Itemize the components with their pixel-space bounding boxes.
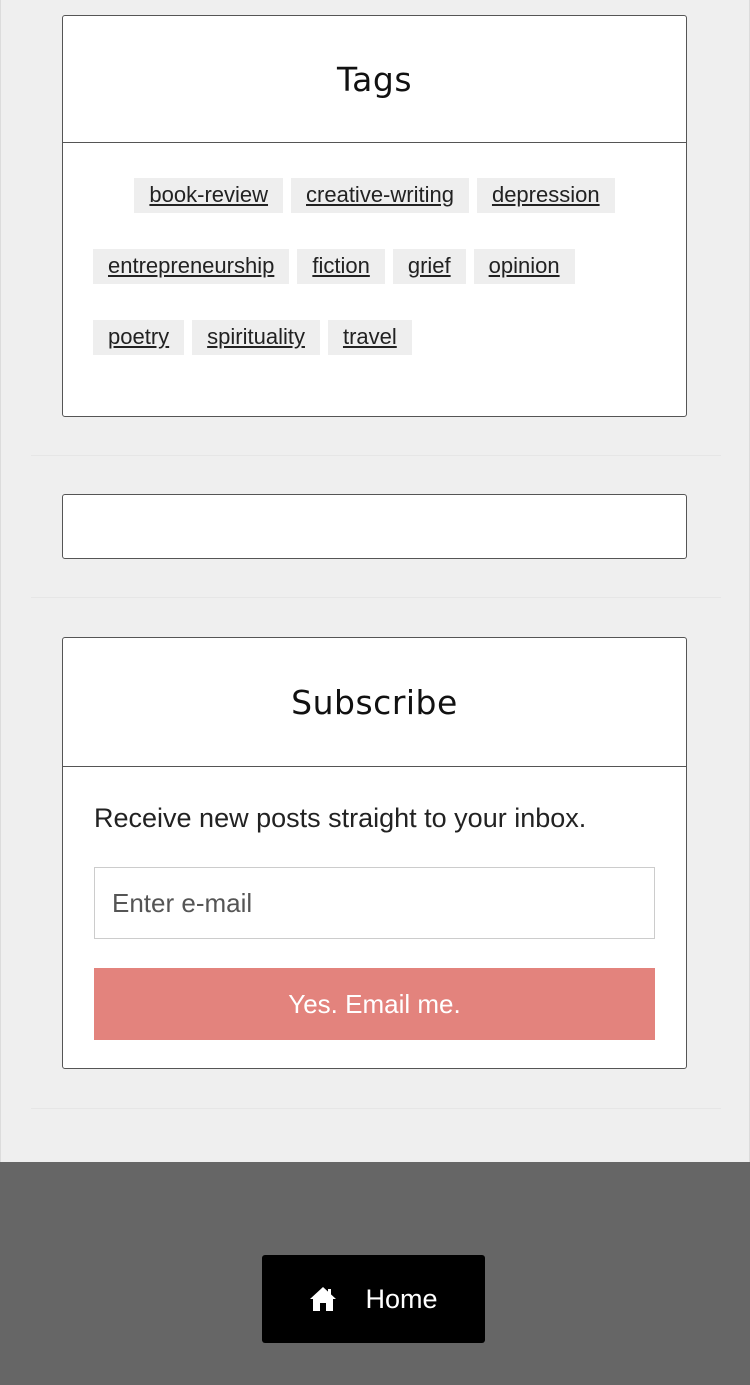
tag-link-poetry[interactable]: poetry [93,320,185,355]
empty-widget-box [62,494,687,559]
email-field[interactable] [94,867,655,939]
tag-row: book-review creative-writing depression [93,178,656,213]
divider [31,455,721,456]
subscribe-widget: Subscribe Receive new posts straight to … [62,637,687,1069]
tag-link-opinion[interactable]: opinion [473,249,575,284]
subscribe-widget-header: Subscribe [63,638,686,767]
tag-row: poetry spirituality travel [93,320,656,355]
subscribe-description: Receive new posts straight to your inbox… [94,803,587,833]
home-label: Home [365,1283,438,1314]
tag-row: entrepreneurship fiction grief opinion [93,249,656,284]
tags-widget: Tags book-review creative-writing depres… [62,15,687,417]
tags-widget-title: Tags [336,59,413,99]
tag-link-spirituality[interactable]: spirituality [192,320,320,355]
subscribe-widget-title: Subscribe [291,682,458,722]
home-button[interactable]: Home [262,1255,485,1343]
tag-link-book-review[interactable]: book-review [134,178,284,213]
tag-link-grief[interactable]: grief [392,249,466,284]
tag-link-depression[interactable]: depression [476,178,615,213]
sidebar-area: Tags book-review creative-writing depres… [0,0,750,1162]
tags-widget-header: Tags [63,16,686,143]
divider [31,1108,721,1109]
tag-link-entrepreneurship[interactable]: entrepreneurship [93,249,290,284]
subscribe-button[interactable]: Yes. Email me. [94,968,655,1040]
tag-link-travel[interactable]: travel [327,320,412,355]
tag-link-creative-writing[interactable]: creative-writing [291,178,469,213]
tag-link-fiction[interactable]: fiction [297,249,385,284]
subscribe-form: Receive new posts straight to your inbox… [63,767,686,1040]
tag-cloud: book-review creative-writing depression … [63,143,686,355]
home-icon [310,1287,337,1311]
divider [31,597,721,598]
footer: Home [0,1162,750,1385]
